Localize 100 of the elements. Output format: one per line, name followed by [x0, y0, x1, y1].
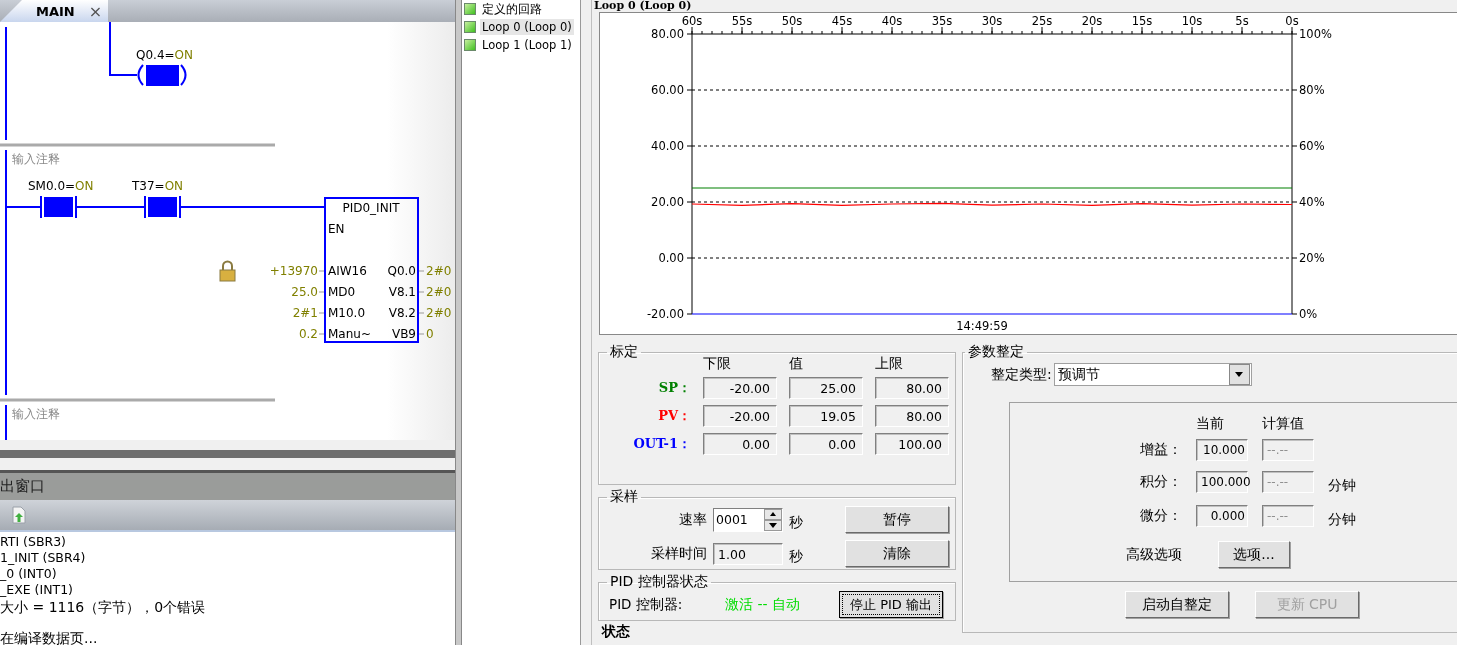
- pin-value: +13970: [269, 264, 318, 278]
- pin-label: MD0: [328, 285, 356, 299]
- clear-button[interactable]: 清除: [845, 540, 949, 567]
- value-field: 80.00: [875, 377, 949, 399]
- pin-label: Manu~: [328, 327, 371, 341]
- pause-button[interactable]: 暂停: [845, 506, 949, 533]
- tick-label: 5s: [1235, 14, 1249, 28]
- field-label: 采样时间: [650, 544, 707, 563]
- pin-value: 0.2: [298, 327, 318, 341]
- value-field: 0.00: [789, 433, 863, 455]
- value-field: --.--: [1262, 439, 1314, 461]
- tick-label: 80%: [1299, 83, 1325, 97]
- square-icon: [464, 3, 476, 15]
- column-header: 上限: [875, 355, 904, 371]
- tick-label: 60%: [1299, 139, 1325, 153]
- action-button[interactable]: 启动自整定: [1125, 591, 1229, 618]
- contact-label: SM0.0=ON: [28, 179, 94, 193]
- square-icon: [464, 39, 476, 51]
- pin-value: 0: [426, 327, 434, 341]
- tick-label: 0s: [1285, 14, 1299, 28]
- group-title: 参数整定: [967, 343, 1025, 361]
- output-line: _EXE (INT1): [0, 582, 74, 598]
- output-line: 1_INIT (SBR4): [0, 550, 87, 566]
- tick-label: 60.00: [651, 83, 684, 97]
- row-label: PV：: [657, 407, 691, 425]
- field-label: 速率: [678, 510, 707, 529]
- block-title: PID0_INIT: [342, 201, 400, 215]
- tree-item[interactable]: 定义的回路: [480, 0, 544, 18]
- pin-value: 25.0: [291, 285, 318, 299]
- pin-label: Q0.0: [387, 264, 416, 278]
- value-field: 19.05: [789, 405, 863, 427]
- tree-item[interactable]: Loop 1 (Loop 1): [480, 37, 574, 53]
- group-title: PID 控制器状态: [609, 573, 709, 591]
- panel-title: 出窗口: [0, 477, 45, 496]
- tick-label: 20.00: [651, 195, 684, 209]
- tick-label: 40.00: [651, 139, 684, 153]
- status-text: 激活 -- 自动: [725, 595, 801, 614]
- tick-label: 30s: [981, 14, 1003, 28]
- row-label: SP：: [657, 379, 691, 397]
- options-button[interactable]: 选项...: [1218, 541, 1290, 568]
- tree-item[interactable]: Loop 0 (Loop 0): [480, 19, 574, 35]
- output-line: 在编译数据页...: [0, 629, 99, 645]
- section-title: 状态: [600, 624, 631, 639]
- wire: [109, 22, 138, 76]
- value-field: --.--: [1262, 505, 1314, 527]
- value-field: 0.00: [703, 433, 777, 455]
- column-header: 下限: [703, 355, 732, 371]
- row-label: 积分：: [1139, 473, 1182, 491]
- tick-label: 10s: [1181, 14, 1203, 28]
- tick-label: 55s: [731, 14, 753, 28]
- tick-label: 0.00: [658, 251, 684, 265]
- wire: [6, 206, 41, 208]
- unit-label: 秒: [789, 512, 804, 532]
- network-comment: 输入注释: [12, 152, 60, 166]
- output-line: RTI (SBR3): [0, 534, 67, 550]
- value-field: 10.000: [1196, 439, 1248, 461]
- dropdown[interactable]: 预调节: [1053, 363, 1252, 386]
- close-button[interactable]: ×: [88, 1, 103, 21]
- column-header: 计算值: [1262, 415, 1305, 431]
- output-line: _0 (INT0): [0, 566, 58, 582]
- value-field: 0.000: [1196, 505, 1248, 527]
- tick-label: 40s: [881, 14, 903, 28]
- tick-label: 15s: [1131, 14, 1153, 28]
- chart-title: Loop 0 (Loop 0): [593, 0, 693, 12]
- pin-label: VB9: [391, 327, 416, 341]
- axis-label: 14:49:59: [956, 319, 1008, 333]
- pin-label: M10.0: [328, 306, 366, 320]
- triangle-down-icon: [1235, 372, 1244, 377]
- editor-tab[interactable]: MAIN ×: [0, 0, 108, 22]
- output-line: 大小 = 1116（字节），0个错误: [0, 598, 207, 617]
- tick-label: 80.00: [651, 27, 684, 41]
- value-field: 80.00: [875, 405, 949, 427]
- unit-label: 分钟: [1328, 476, 1357, 495]
- document-arrow-icon[interactable]: [12, 506, 26, 524]
- pin-value: 2#0: [426, 306, 452, 320]
- tick-label: 40%: [1299, 195, 1325, 209]
- tick-label: -20.00: [646, 307, 684, 321]
- value-field: 100.00: [875, 433, 949, 455]
- pin-value: 2#0: [426, 264, 452, 278]
- dropdown-button[interactable]: [1228, 364, 1250, 385]
- row-label: 微分：: [1139, 507, 1182, 525]
- group-title: 标定: [609, 343, 639, 361]
- tick-label: 0%: [1299, 307, 1318, 321]
- tick-label: 20s: [1081, 14, 1103, 28]
- pin-label: EN: [328, 222, 345, 236]
- network-comment: 输入注释: [12, 407, 60, 421]
- value-field: 1.00: [713, 542, 783, 565]
- row-label: OUT-1：: [632, 435, 691, 453]
- tick-label: 35s: [931, 14, 953, 28]
- pin-label: V8.2: [388, 306, 416, 320]
- tick-label: 25s: [1031, 14, 1053, 28]
- stop-output-button[interactable]: 停止 PID 输出: [839, 591, 943, 618]
- unit-label: 分钟: [1328, 510, 1357, 529]
- tick-label: 50s: [781, 14, 803, 28]
- unit-label: 秒: [789, 546, 804, 566]
- value-field: -20.00: [703, 405, 777, 427]
- field-label: 整定类型:: [991, 365, 1052, 384]
- pin-label: V8.1: [388, 285, 416, 299]
- tick-label: 45s: [831, 14, 853, 28]
- tick-label: 20%: [1299, 251, 1325, 265]
